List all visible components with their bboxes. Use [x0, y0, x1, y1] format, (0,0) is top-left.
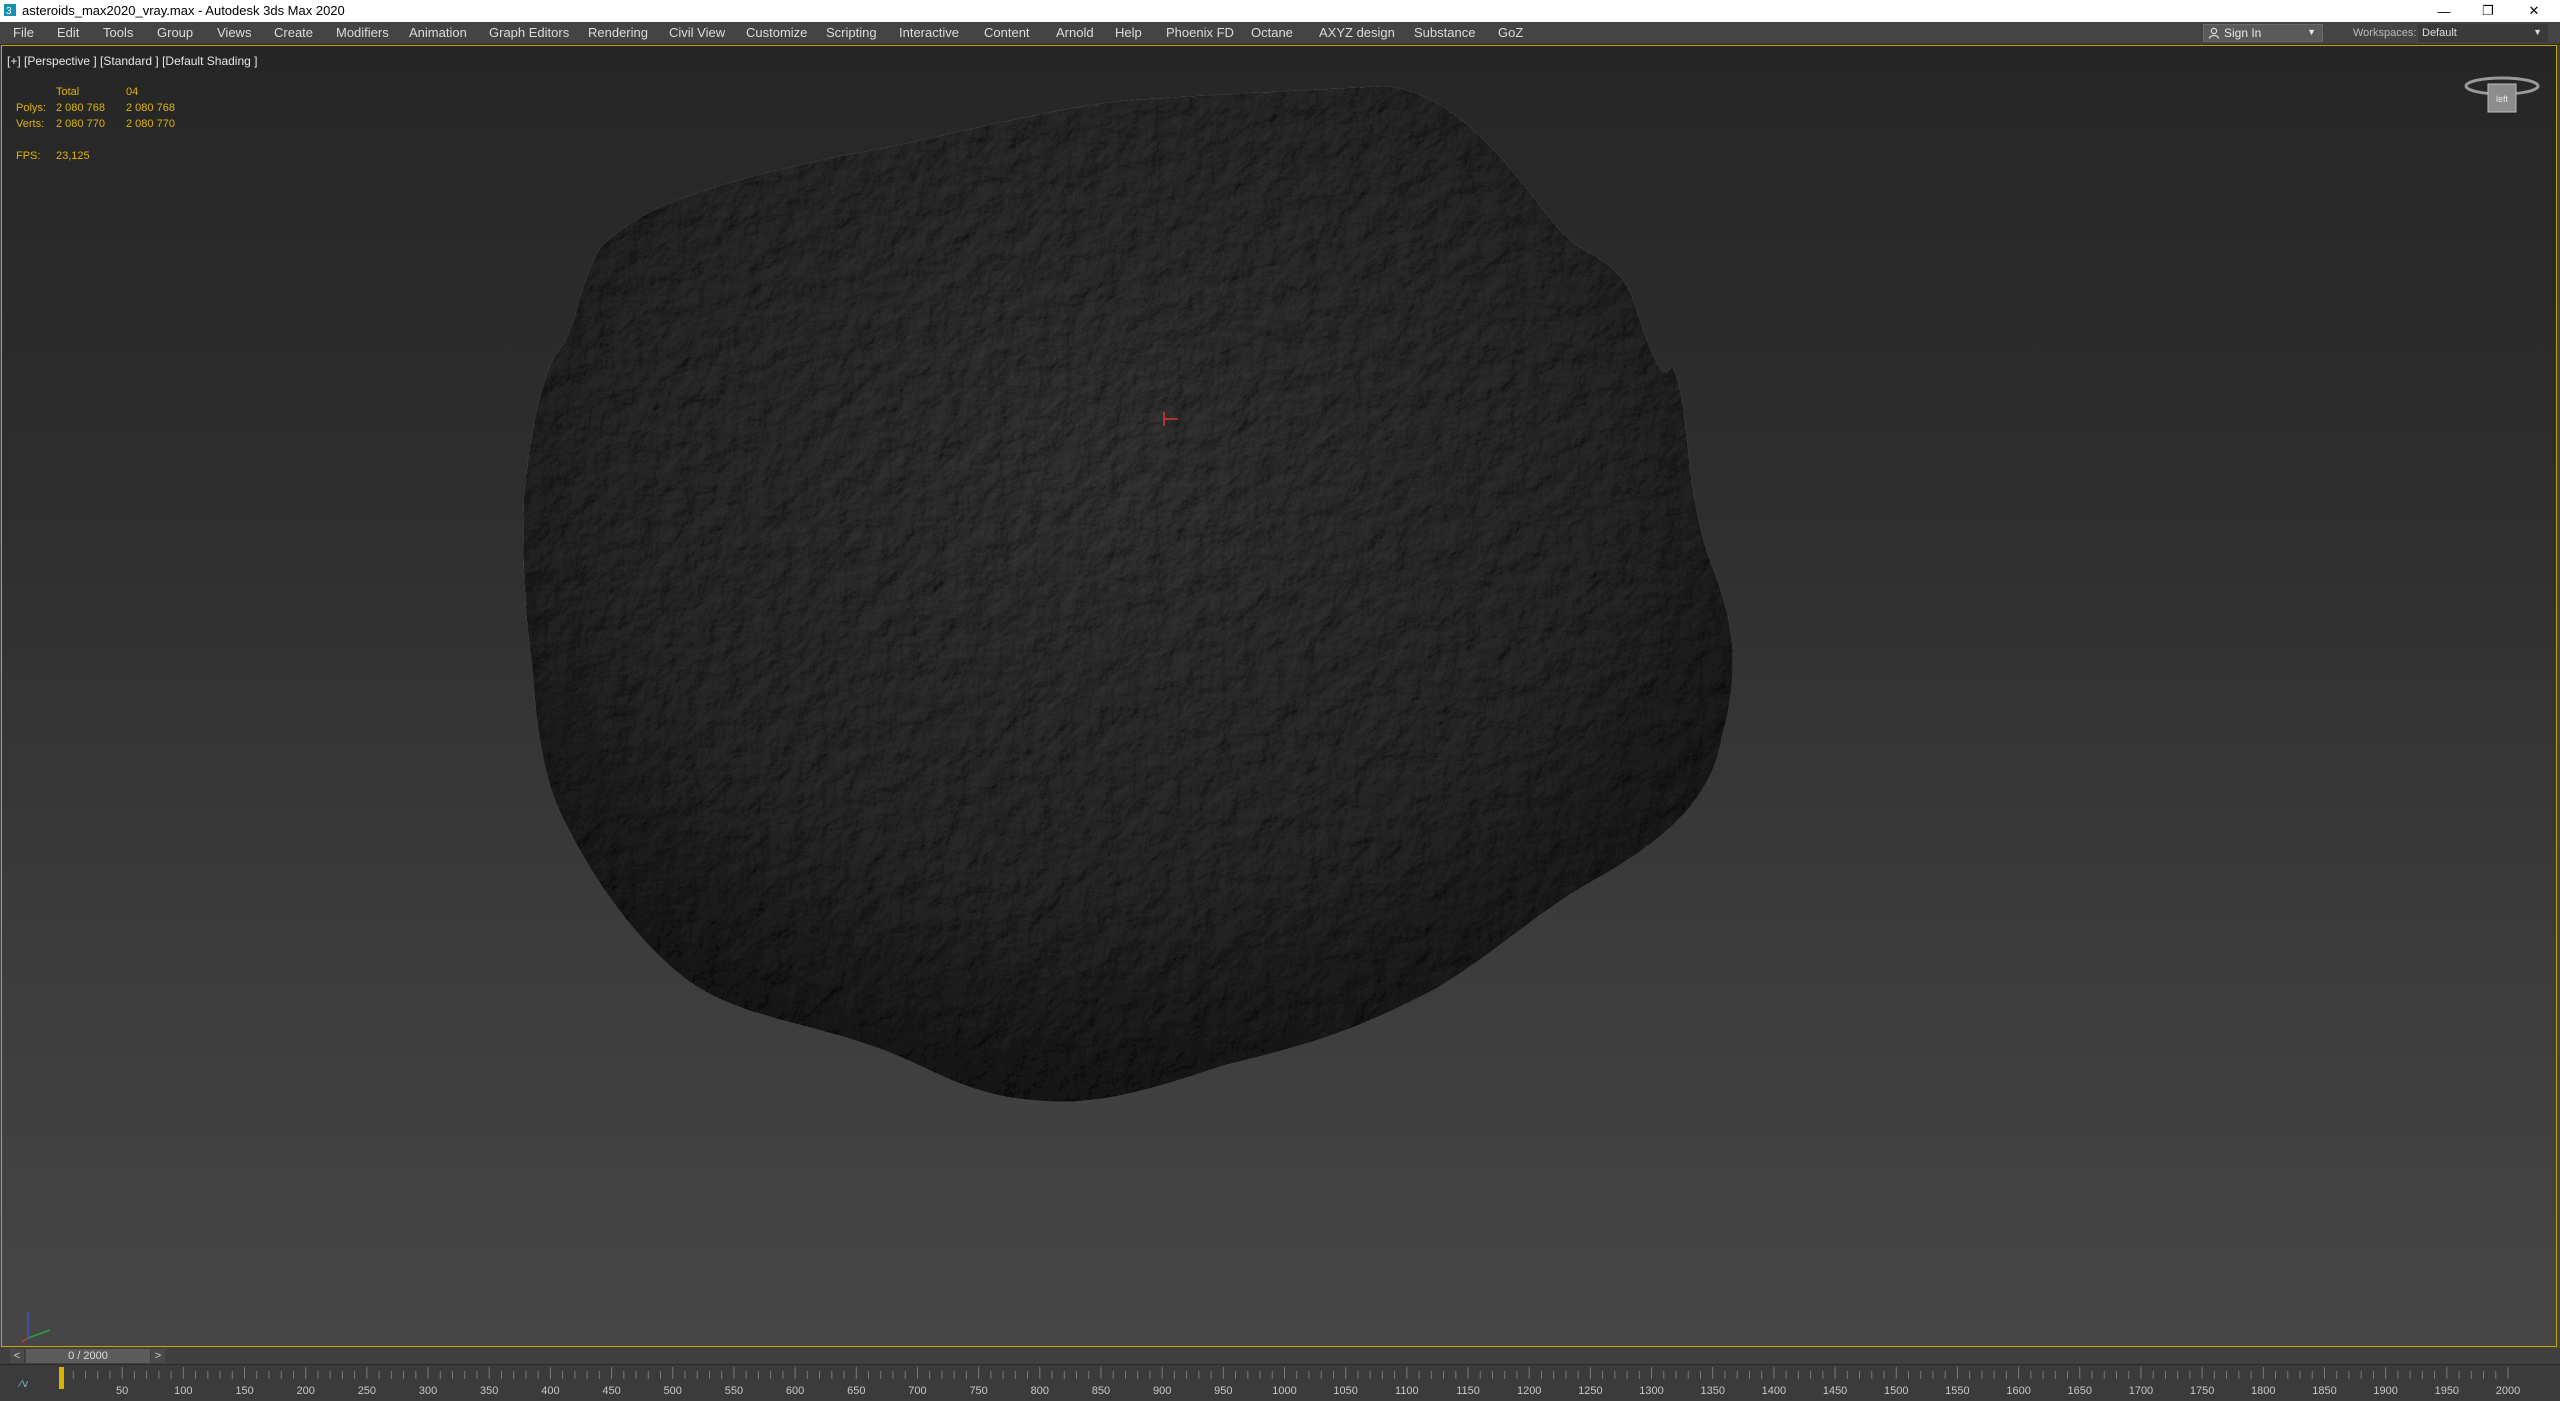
ruler-label: 1450 — [1823, 1385, 1847, 1397]
current-frame-marker[interactable] — [59, 1367, 64, 1389]
ruler-label: 1250 — [1578, 1385, 1602, 1397]
ruler-label: 1700 — [2129, 1385, 2153, 1397]
ruler-label: 1600 — [2006, 1385, 2030, 1397]
track-ruler[interactable]: 50 100 150 200 250 300 350 400 450 500 550 600 650 70… — [0, 1365, 2560, 1401]
ruler-label: 350 — [480, 1385, 498, 1397]
workspaces-value: Default — [2422, 27, 2457, 39]
ruler-label: 1650 — [2068, 1385, 2092, 1397]
ruler-label: 1550 — [1945, 1385, 1969, 1397]
ruler-label: 1050 — [1333, 1385, 1357, 1397]
menu-scripting[interactable]: Scripting — [826, 25, 877, 40]
chevron-down-icon: ▼ — [2533, 27, 2542, 37]
ruler-label: 200 — [297, 1385, 315, 1397]
menu-rendering[interactable]: Rendering — [588, 25, 648, 40]
user-icon — [2208, 27, 2220, 39]
track-bar[interactable]: ⁄ⅴ 50 100 150 200 250 300 350 400 450 500 550 600 65… — [0, 1364, 2560, 1401]
ruler-label: 1200 — [1517, 1385, 1541, 1397]
ruler-label: 400 — [541, 1385, 559, 1397]
ruler-label: 1950 — [2435, 1385, 2459, 1397]
asteroid-body[interactable] — [523, 86, 1733, 1102]
ruler-label: 850 — [1092, 1385, 1110, 1397]
perspective-viewport[interactable]: [+] [Perspective ] [Standard ] [Default … — [1, 45, 2557, 1347]
close-button[interactable]: ✕ — [2514, 0, 2554, 22]
ruler-label: 800 — [1031, 1385, 1049, 1397]
menu-tools[interactable]: Tools — [103, 25, 133, 40]
title-bar: 3 asteroids_max2020_vray.max - Autodesk … — [0, 0, 2560, 22]
svg-text:3: 3 — [6, 6, 12, 17]
menu-axyz-design[interactable]: AXYZ design — [1319, 25, 1395, 40]
ruler-label: 100 — [174, 1385, 192, 1397]
time-slider[interactable]: < 0 / 2000 > — [0, 1348, 2560, 1364]
ruler-label: 150 — [235, 1385, 253, 1397]
menu-graph-editors[interactable]: Graph Editors — [489, 25, 569, 40]
workspaces-label: Workspaces: — [2353, 27, 2417, 39]
menu-customize[interactable]: Customize — [746, 25, 807, 40]
menu-create[interactable]: Create — [274, 25, 313, 40]
menu-animation[interactable]: Animation — [409, 25, 467, 40]
minimize-button[interactable]: — — [2424, 0, 2464, 22]
ruler-label: 900 — [1153, 1385, 1171, 1397]
chevron-down-icon: ▼ — [2307, 27, 2316, 37]
axis-tripod-icon — [21, 1312, 51, 1343]
menu-octane[interactable]: Octane — [1251, 25, 1293, 40]
3dsmax-app-icon: 3 — [4, 4, 16, 17]
ruler-label: 1500 — [1884, 1385, 1908, 1397]
ruler-label: 1350 — [1700, 1385, 1724, 1397]
menu-edit[interactable]: Edit — [57, 25, 79, 40]
restore-button[interactable]: ❐ — [2468, 0, 2508, 22]
menu-bar: File Edit Tools Group Views Create Modif… — [0, 22, 2560, 45]
ruler-label: 1300 — [1639, 1385, 1663, 1397]
menu-group[interactable]: Group — [157, 25, 193, 40]
ruler-label: 1800 — [2251, 1385, 2275, 1397]
ruler-label: 1400 — [1762, 1385, 1786, 1397]
menu-content[interactable]: Content — [984, 25, 1030, 40]
menu-substance[interactable]: Substance — [1414, 25, 1475, 40]
next-frame-button[interactable]: > — [151, 1349, 165, 1363]
ruler-label: 1150 — [1456, 1385, 1480, 1397]
ruler-label: 950 — [1214, 1385, 1232, 1397]
ruler-label: 50 — [116, 1385, 128, 1397]
time-slider-thumb[interactable]: 0 / 2000 — [26, 1349, 150, 1363]
menu-arnold[interactable]: Arnold — [1056, 25, 1094, 40]
ruler-label: 300 — [419, 1385, 437, 1397]
asteroid-mesh[interactable] — [2, 46, 2556, 1346]
menu-help[interactable]: Help — [1115, 25, 1142, 40]
ruler-label: 550 — [725, 1385, 743, 1397]
ruler-label: 650 — [847, 1385, 865, 1397]
ruler-label: 1100 — [1395, 1385, 1419, 1397]
menu-phoenix-fd[interactable]: Phoenix FD — [1166, 25, 1234, 40]
ruler-label: 1750 — [2190, 1385, 2214, 1397]
sign-in-label: Sign In — [2224, 26, 2262, 40]
workspaces-select[interactable]: Default ▼ — [2418, 24, 2548, 42]
ruler-label: 700 — [908, 1385, 926, 1397]
ruler-label: 750 — [969, 1385, 987, 1397]
menu-civil-view[interactable]: Civil View — [669, 25, 725, 40]
menu-interactive[interactable]: Interactive — [899, 25, 959, 40]
ruler-label: 600 — [786, 1385, 804, 1397]
ruler-label: 1900 — [2373, 1385, 2397, 1397]
viewcube-face-label: left — [2496, 94, 2509, 104]
menu-views[interactable]: Views — [217, 25, 251, 40]
ruler-label: 450 — [602, 1385, 620, 1397]
window-title: asteroids_max2020_vray.max - Autodesk 3d… — [22, 3, 345, 18]
ruler-label: 250 — [358, 1385, 376, 1397]
ruler-label: 1000 — [1272, 1385, 1296, 1397]
viewcube-icon[interactable]: left — [2462, 72, 2542, 122]
menu-goz[interactable]: GoZ — [1498, 25, 1523, 40]
ruler-label: 500 — [664, 1385, 682, 1397]
previous-frame-button[interactable]: < — [10, 1349, 24, 1363]
sign-in-dropdown[interactable]: Sign In ▼ — [2203, 24, 2323, 42]
ruler-label: 2000 — [2496, 1385, 2520, 1397]
ruler-label: 1850 — [2312, 1385, 2336, 1397]
menu-modifiers[interactable]: Modifiers — [336, 25, 389, 40]
menu-file[interactable]: File — [13, 25, 34, 40]
